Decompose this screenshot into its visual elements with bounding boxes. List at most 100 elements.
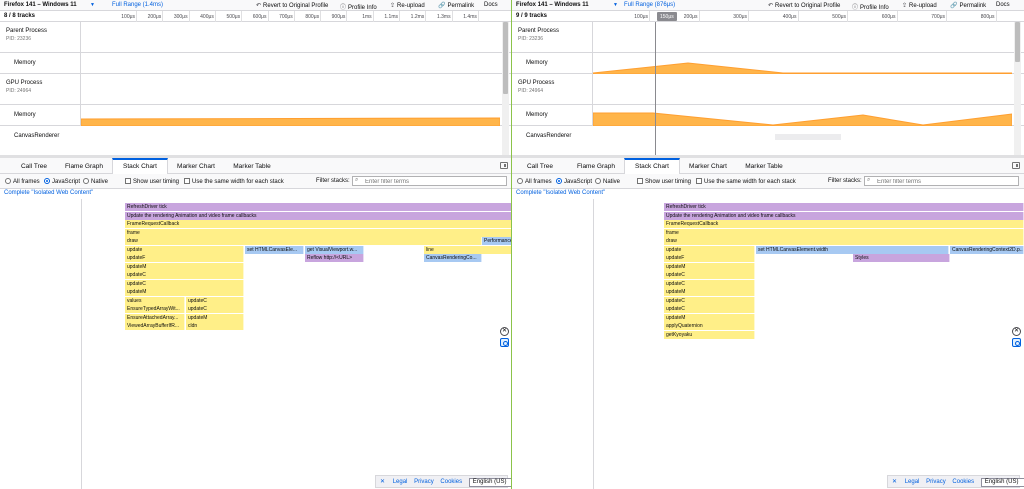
track-memory[interactable]: Memory: [512, 105, 1024, 127]
close-footer-icon[interactable]: ✕: [892, 479, 897, 485]
stack-frame-box[interactable]: updateM: [664, 262, 755, 271]
privacy-link[interactable]: Privacy: [926, 479, 946, 485]
scrollbar-thumb[interactable]: [503, 22, 508, 94]
close-footer-icon[interactable]: ✕: [380, 479, 385, 485]
filter-stacks-input[interactable]: [864, 176, 1019, 186]
stack-frame-box[interactable]: set HTMLCanvasEle...: [245, 245, 304, 254]
stack-frame-box[interactable]: get VisualViewport.w...: [305, 245, 364, 254]
stack-frame-box[interactable]: Update the rendering Animation and video…: [125, 211, 512, 220]
track-gpu-process[interactable]: GPU Process PID: 24964: [0, 74, 512, 105]
docs-button[interactable]: Docs: [996, 2, 1010, 8]
timeline-ruler[interactable]: 8 / 8 tracks 100μs 200μs 300μs 400μs 500μs 60…: [0, 11, 512, 22]
permalink-button[interactable]: 🔗 Permalink: [438, 2, 474, 9]
sidebar-icon[interactable]: [500, 338, 509, 347]
stack-frame-box[interactable]: Styles: [853, 254, 950, 262]
stack-frame-box[interactable]: line: [424, 245, 512, 254]
stack-frame-box[interactable]: frame: [125, 228, 512, 237]
track-memory[interactable]: Memory: [0, 105, 512, 127]
track-parent-process[interactable]: Parent Process PID: 23236: [0, 22, 512, 53]
stack-frame-box[interactable]: draw: [664, 237, 1024, 245]
revert-button[interactable]: ↶ Revert to Original Profile: [256, 2, 328, 9]
stack-frame-box[interactable]: applyQuaternion: [664, 322, 755, 330]
full-range-breadcrumb[interactable]: Full Range (1.4ms): [112, 2, 163, 8]
stack-chart[interactable]: RefreshDriver tick Update the rendering A…: [0, 199, 512, 489]
cookies-link[interactable]: Cookies: [440, 479, 462, 485]
stack-frame-box[interactable]: updateM: [125, 288, 244, 296]
stack-frame-box[interactable]: draw: [125, 237, 482, 245]
tab-call-tree[interactable]: Call Tree: [16, 158, 52, 174]
show-user-timing-checkbox[interactable]: Show user timing: [637, 178, 691, 185]
stack-frame-box[interactable]: frame: [664, 228, 1024, 237]
memory-graph[interactable]: [80, 105, 501, 127]
tab-call-tree[interactable]: Call Tree: [522, 158, 558, 174]
full-range-breadcrumb[interactable]: Full Range (876μs): [624, 2, 675, 8]
stack-frame-box[interactable]: Performance...: [482, 237, 512, 245]
show-user-timing-checkbox[interactable]: Show user timing: [125, 178, 179, 185]
stack-frame-box[interactable]: values: [125, 296, 185, 305]
stack-frame-box[interactable]: updateC: [125, 279, 244, 288]
tab-marker-chart[interactable]: Marker Chart: [172, 158, 220, 174]
track-canvasrenderer[interactable]: CanvasRenderer: [512, 126, 1024, 150]
track-memory[interactable]: Memory: [512, 53, 1024, 75]
stack-frame-box[interactable]: set HTMLCanvasElement.width: [756, 245, 949, 254]
tab-stack-chart[interactable]: Stack Chart: [624, 158, 680, 174]
revert-button[interactable]: ↶ Revert to Original Profile: [768, 2, 840, 9]
stack-frame-box[interactable]: updateC: [664, 305, 755, 313]
breadcrumb[interactable]: Complete "Isolated Web Content": [512, 189, 1024, 198]
stack-frame-box[interactable]: Update the rendering Animation and video…: [664, 211, 1024, 220]
track-count-button[interactable]: 9 / 9 tracks: [516, 13, 547, 19]
stack-frame-box[interactable]: EnsureTypedArrayWit...: [125, 305, 185, 313]
stack-chart[interactable]: RefreshDriver tick Update the rendering A…: [512, 199, 1024, 489]
tab-stack-chart[interactable]: Stack Chart: [112, 158, 168, 174]
stack-frame-box[interactable]: getKyoyaku: [664, 330, 755, 339]
stack-frame-box[interactable]: CanvasRenderingContext2D.p...: [950, 245, 1024, 254]
stack-frame-box[interactable]: FrameRequestCallback: [664, 220, 1024, 228]
permalink-button[interactable]: 🔗 Permalink: [950, 2, 986, 9]
javascript-radio[interactable]: JavaScript: [556, 178, 592, 185]
stack-frame-box[interactable]: update: [125, 245, 244, 254]
cookies-link[interactable]: Cookies: [952, 479, 974, 485]
stack-frame-box[interactable]: RefreshDriver tick: [664, 203, 1024, 211]
scrollbar-thumb[interactable]: [1015, 22, 1020, 62]
stack-frame-box[interactable]: updateF: [664, 254, 755, 262]
track-gpu-process[interactable]: GPU Process PID: 24964: [512, 74, 1024, 105]
close-icon[interactable]: ✕: [1012, 327, 1021, 336]
javascript-radio[interactable]: JavaScript: [44, 178, 80, 185]
profile-info-button[interactable]: ⓘ Profile Info: [340, 2, 377, 11]
stack-frame-box[interactable]: Reflow http://<URL>: [305, 254, 364, 262]
chevron-down-icon[interactable]: ▼: [613, 2, 618, 8]
stack-frame-box[interactable]: updateM: [664, 288, 755, 296]
same-width-checkbox[interactable]: Use the same width for each stack: [184, 178, 284, 185]
docs-button[interactable]: Docs: [484, 2, 498, 8]
stack-frame-box[interactable]: updateC: [664, 279, 755, 288]
native-radio[interactable]: Native: [83, 178, 108, 185]
stack-frame-box[interactable]: RefreshDriver tick: [125, 203, 512, 211]
tab-marker-table[interactable]: Marker Table: [740, 158, 788, 174]
timeline-ruler[interactable]: 9 / 9 tracks 100μs 200μs 300μs 400μs 500μs 60…: [512, 11, 1024, 22]
sidebar-toggle-icon[interactable]: [500, 162, 508, 169]
tab-flame-graph[interactable]: Flame Graph: [62, 158, 106, 174]
stack-frame-box[interactable]: FrameRequestCallback: [125, 220, 512, 228]
breadcrumb[interactable]: Complete "Isolated Web Content": [0, 189, 512, 198]
stack-frame-box[interactable]: EnsureAttachedArray...: [125, 313, 185, 322]
sidebar-toggle-icon[interactable]: [1012, 162, 1020, 169]
chevron-down-icon[interactable]: ▼: [90, 2, 95, 8]
legal-link[interactable]: Legal: [393, 479, 408, 485]
all-frames-radio[interactable]: All frames: [517, 178, 552, 185]
tab-marker-table[interactable]: Marker Table: [228, 158, 276, 174]
filter-stacks-input[interactable]: [352, 176, 507, 186]
all-frames-radio[interactable]: All frames: [5, 178, 40, 185]
stack-frame-box[interactable]: updateM: [664, 313, 755, 322]
stack-frame-box[interactable]: updateF: [125, 254, 244, 262]
same-width-checkbox[interactable]: Use the same width for each stack: [696, 178, 796, 185]
language-select[interactable]: English (US) ⌄: [468, 478, 512, 487]
sidebar-icon[interactable]: [1012, 338, 1021, 347]
stack-frame-box[interactable]: updateC: [186, 305, 244, 313]
track-count-button[interactable]: 8 / 8 tracks: [4, 13, 35, 19]
tab-marker-chart[interactable]: Marker Chart: [684, 158, 732, 174]
stack-frame-box[interactable]: updateC: [664, 271, 755, 279]
stack-frame-box[interactable]: updateC: [664, 296, 755, 305]
tab-flame-graph[interactable]: Flame Graph: [574, 158, 618, 174]
product-name[interactable]: Firefox 141 – Windows 11: [516, 2, 589, 8]
stack-frame-box[interactable]: CanvasRenderingCo...: [424, 254, 482, 262]
